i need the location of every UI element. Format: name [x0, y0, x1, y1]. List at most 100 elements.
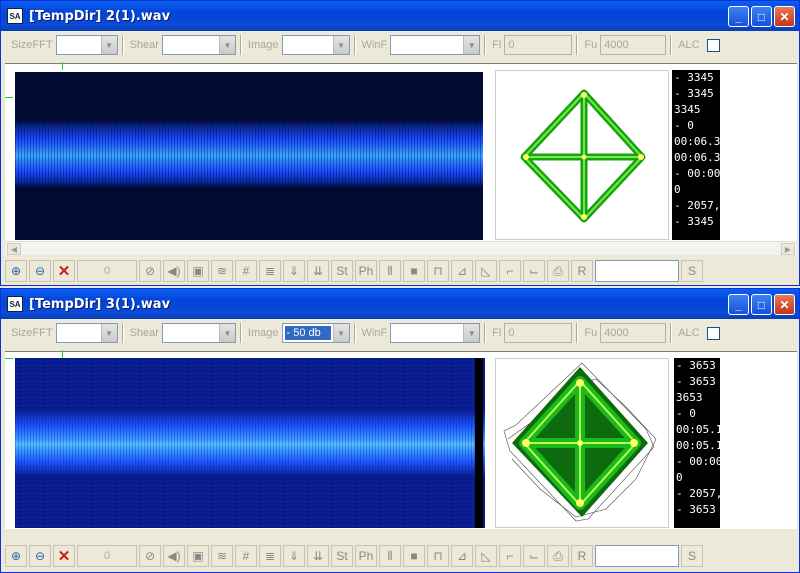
- step-b-icon[interactable]: ⌙: [523, 545, 545, 567]
- title-bar[interactable]: SA [TempDir] 2(1).wav _ □ ✕: [1, 1, 799, 31]
- shear-dropdown[interactable]: ▼: [161, 323, 236, 343]
- fl-field[interactable]: 0: [504, 35, 573, 55]
- readout-line: - 3345: [674, 215, 714, 228]
- maximize-button[interactable]: □: [751, 6, 772, 27]
- readout-line: 00:06.3: [674, 151, 720, 164]
- block-icon[interactable]: ■: [403, 260, 425, 282]
- image-label: Image: [247, 327, 279, 339]
- value-input[interactable]: [595, 260, 679, 282]
- grid-icon[interactable]: #: [235, 260, 257, 282]
- winf-dropdown[interactable]: ▼: [390, 35, 481, 55]
- readout-line: 00:06.3: [674, 135, 720, 148]
- no-entry-icon[interactable]: ⊘: [139, 545, 161, 567]
- zoom-out-icon[interactable]: ⊖: [29, 545, 51, 567]
- close-x-icon[interactable]: ✕: [53, 260, 75, 282]
- st-icon[interactable]: St: [331, 545, 353, 567]
- close-button[interactable]: ✕: [774, 6, 795, 27]
- chevron-down-icon[interactable]: ▼: [100, 36, 117, 54]
- step-b-icon[interactable]: ⌙: [523, 260, 545, 282]
- zoom-in-icon[interactable]: ⊕: [5, 545, 27, 567]
- speaker-icon[interactable]: ◀): [163, 260, 185, 282]
- readout-line: - 00:00: [674, 167, 720, 180]
- readout-line: 0: [674, 183, 681, 196]
- ramp-b-icon[interactable]: ◺: [475, 260, 497, 282]
- chevron-down-icon[interactable]: ▼: [463, 36, 480, 54]
- alc-checkbox[interactable]: [706, 38, 720, 52]
- horizontal-scrollbar[interactable]: ◀ ▶: [5, 241, 797, 255]
- image-label: Image: [247, 39, 279, 51]
- arrow-down-icon[interactable]: ⇓: [283, 260, 305, 282]
- speaker-icon[interactable]: ◀): [163, 545, 185, 567]
- chevron-down-icon[interactable]: ▼: [100, 324, 117, 342]
- filter-icon[interactable]: ≣: [259, 260, 281, 282]
- sizefft-dropdown[interactable]: ▼: [55, 35, 118, 55]
- minimize-button[interactable]: _: [728, 6, 749, 27]
- filter-icon[interactable]: ≣: [259, 545, 281, 567]
- fu-field[interactable]: 4000: [600, 323, 667, 343]
- double-arrow-down-icon[interactable]: ⇊: [307, 260, 329, 282]
- fu-field[interactable]: 4000: [600, 35, 667, 55]
- double-arrow-down-icon[interactable]: ⇊: [307, 545, 329, 567]
- fl-field[interactable]: 0: [504, 323, 573, 343]
- print-icon[interactable]: ⎙: [547, 545, 569, 567]
- zoom-out-icon[interactable]: ⊖: [29, 260, 51, 282]
- bottom-toolbar: ⊕ ⊖ ✕ 0 ⊘ ◀) ▣ ≋ # ≣ ⇓ ⇊ St Ph ⫴ ■ ⊓ ⊿ ◺…: [5, 543, 797, 569]
- chevron-down-icon[interactable]: ▼: [463, 324, 480, 342]
- image-dropdown[interactable]: ▼: [281, 35, 350, 55]
- shear-dropdown[interactable]: ▼: [161, 35, 236, 55]
- step-icon[interactable]: ⌐: [499, 545, 521, 567]
- winf-dropdown[interactable]: ▼: [390, 323, 481, 343]
- pulse-icon[interactable]: ⊓: [427, 260, 449, 282]
- chevron-down-icon[interactable]: ▼: [332, 324, 349, 342]
- chevron-down-icon[interactable]: ▼: [218, 324, 235, 342]
- close-button[interactable]: ✕: [774, 294, 795, 315]
- r-icon[interactable]: R: [571, 545, 593, 567]
- ramp-icon[interactable]: ⊿: [451, 260, 473, 282]
- frame-icon[interactable]: ▣: [187, 260, 209, 282]
- vectorscope: [495, 70, 669, 240]
- zoom-in-icon[interactable]: ⊕: [5, 260, 27, 282]
- st-icon[interactable]: St: [331, 260, 353, 282]
- scroll-left-arrow-icon[interactable]: ◀: [7, 243, 21, 255]
- ramp-b-icon[interactable]: ◺: [475, 545, 497, 567]
- chevron-down-icon[interactable]: ▼: [332, 36, 349, 54]
- grid-icon[interactable]: #: [235, 545, 257, 567]
- no-entry-icon[interactable]: ⊘: [139, 260, 161, 282]
- position-counter: 0: [77, 260, 137, 282]
- spectrum-icon[interactable]: ≋: [211, 545, 233, 567]
- image-dropdown[interactable]: - 50 db ▼: [281, 323, 350, 343]
- waveform-icon[interactable]: ⫴: [379, 545, 401, 567]
- arrow-down-icon[interactable]: ⇓: [283, 545, 305, 567]
- sizefft-label: SizeFFT: [11, 327, 53, 339]
- spectrogram: [15, 358, 485, 528]
- alc-checkbox[interactable]: [706, 326, 720, 340]
- waveform-icon[interactable]: ⫴: [379, 260, 401, 282]
- title-bar[interactable]: SA [TempDir] 3(1).wav _ □ ✕: [1, 289, 799, 319]
- block-icon[interactable]: ■: [403, 545, 425, 567]
- ramp-icon[interactable]: ⊿: [451, 545, 473, 567]
- scroll-right-arrow-icon[interactable]: ▶: [781, 243, 795, 255]
- pulse-icon[interactable]: ⊓: [427, 545, 449, 567]
- maximize-button[interactable]: □: [751, 294, 772, 315]
- close-x-icon[interactable]: ✕: [53, 545, 75, 567]
- alc-label: ALC: [678, 327, 700, 339]
- frame-icon[interactable]: ▣: [187, 545, 209, 567]
- spectrum-icon[interactable]: ≋: [211, 260, 233, 282]
- readout-line: 3653: [676, 391, 703, 404]
- sizefft-dropdown[interactable]: ▼: [55, 323, 118, 343]
- minimize-button[interactable]: _: [728, 294, 749, 315]
- readout-line: - 2057,7: [674, 199, 720, 212]
- value-input[interactable]: [595, 545, 679, 567]
- window-title: [TempDir] 2(1).wav: [29, 8, 171, 24]
- step-icon[interactable]: ⌐: [499, 260, 521, 282]
- s-button[interactable]: S: [681, 260, 703, 282]
- readout-line: - 0: [674, 119, 694, 132]
- chevron-down-icon[interactable]: ▼: [218, 36, 235, 54]
- r-icon[interactable]: R: [571, 260, 593, 282]
- ph-icon[interactable]: Ph: [355, 260, 377, 282]
- s-button[interactable]: S: [681, 545, 703, 567]
- print-icon[interactable]: ⎙: [547, 260, 569, 282]
- ph-icon[interactable]: Ph: [355, 545, 377, 567]
- winf-label: WinF: [361, 39, 388, 51]
- fu-label: Fu: [584, 39, 598, 51]
